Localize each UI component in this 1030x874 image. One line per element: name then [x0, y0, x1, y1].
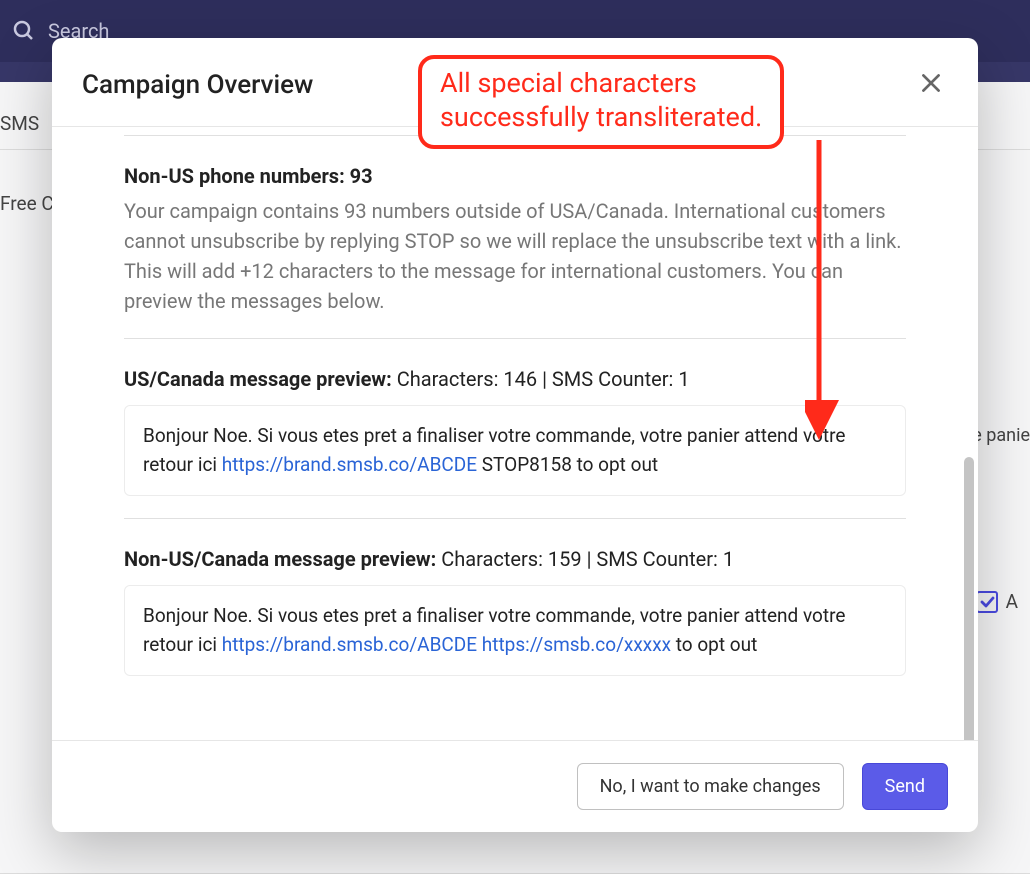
annotation-text-line1: All special characters: [440, 67, 762, 101]
us-preview-heading: US/Canada message preview: Characters: 1…: [124, 367, 906, 391]
annotation-text-line2: successfully transliterated.: [440, 101, 762, 135]
modal-title: Campaign Overview: [82, 70, 313, 100]
us-preview-link[interactable]: https://brand.smsb.co/ABCDE: [222, 453, 477, 476]
us-preview-section: US/Canada message preview: Characters: 1…: [124, 339, 906, 518]
us-preview-tail: STOP8158 to opt out: [477, 453, 658, 476]
modal-footer: No, I want to make changes Send: [52, 740, 978, 832]
send-button[interactable]: Send: [862, 763, 948, 810]
non-us-preview-tail: to opt out: [671, 633, 757, 656]
non-us-description: Your campaign contains 93 numbers outsid…: [124, 196, 906, 316]
annotation-callout: All special characters successfully tran…: [418, 55, 784, 149]
non-us-preview-link-1[interactable]: https://brand.smsb.co/ABCDE: [222, 633, 477, 656]
non-us-preview-section: Non-US/Canada message preview: Character…: [124, 519, 906, 698]
us-preview-box: Bonjour Noe. Si vous etes pret a finalis…: [124, 405, 906, 496]
cancel-button[interactable]: No, I want to make changes: [577, 763, 844, 810]
non-us-preview-link-2[interactable]: https://smsb.co/xxxxx: [482, 633, 671, 656]
close-icon: [918, 70, 944, 96]
non-us-heading: Non-US phone numbers: 93: [124, 164, 906, 188]
non-us-preview-heading: Non-US/Canada message preview: Character…: [124, 547, 906, 571]
non-us-preview-box: Bonjour Noe. Si vous etes pret a finalis…: [124, 585, 906, 676]
non-us-info-section: Non-US phone numbers: 93 Your campaign c…: [124, 136, 906, 338]
scrollbar-thumb[interactable]: [964, 457, 974, 740]
annotation-arrow: [805, 140, 845, 440]
close-button[interactable]: [914, 66, 948, 104]
